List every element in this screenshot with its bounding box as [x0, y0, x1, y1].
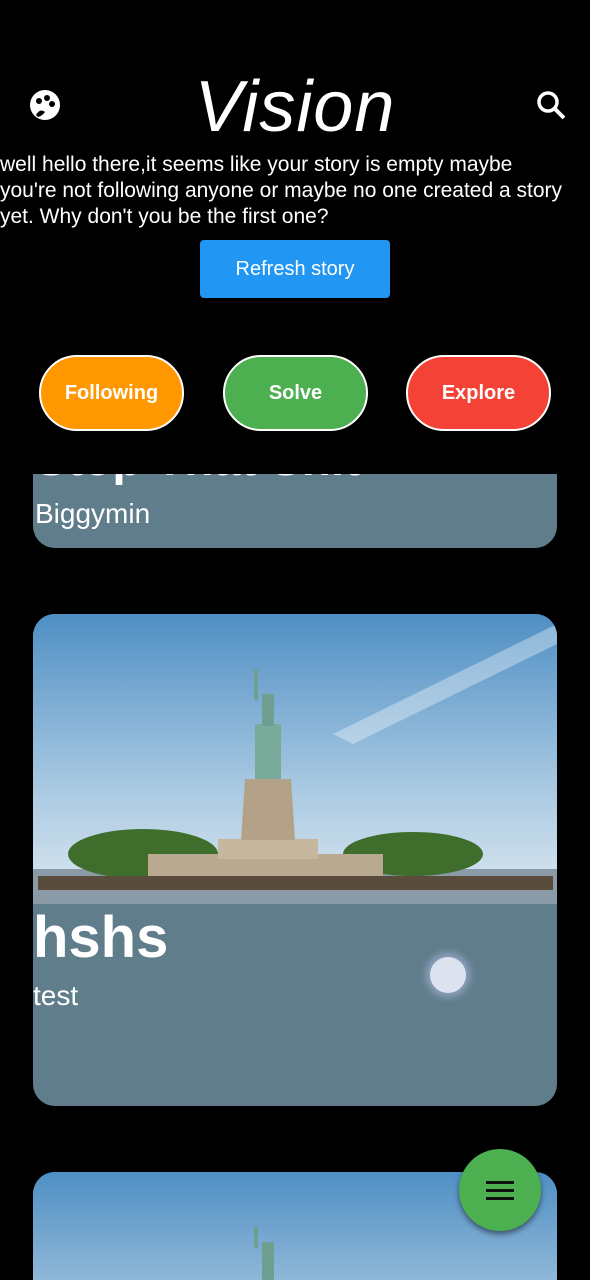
post-author: test — [33, 980, 79, 1011]
post-title: Stop That Shit — [35, 474, 360, 487]
menu-icon — [459, 1180, 541, 1200]
empty-story-message: well hello there,it seems like your stor… — [0, 153, 563, 228]
app-title: Vision — [194, 67, 396, 147]
post-author: Biggymin — [35, 498, 151, 529]
refresh-story-button[interactable]: Refresh story — [200, 240, 390, 298]
menu-fab-button[interactable] — [459, 1149, 541, 1231]
filter-following-button[interactable]: Following — [39, 355, 184, 431]
post-card[interactable]: Stop That Shit Biggymin — [33, 474, 557, 548]
app-header: Vision — [0, 60, 590, 150]
filter-explore-button[interactable]: Explore — [406, 355, 551, 431]
touch-indicator — [430, 957, 466, 993]
post-card[interactable]: hshs test — [33, 614, 557, 1106]
filter-solve-button[interactable]: Solve — [223, 355, 368, 431]
post-title: hshs — [33, 905, 169, 970]
post-image — [33, 614, 557, 904]
search-icon[interactable] — [534, 88, 568, 122]
